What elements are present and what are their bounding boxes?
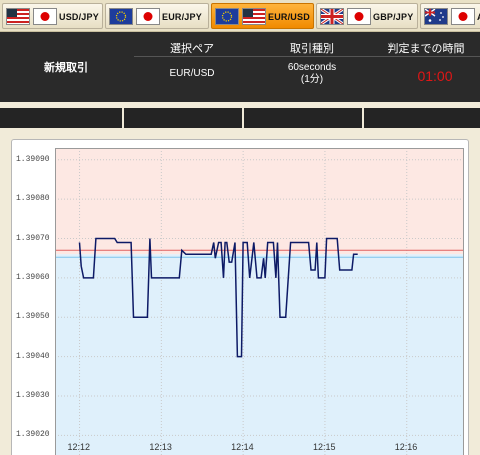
trade-info-panel: 新規取引 選択ペア 取引種別 判定までの時間 EUR/USD 60seconds… (0, 32, 480, 102)
x-tick-label: 12:14 (231, 442, 254, 452)
header-divider (134, 56, 480, 57)
secondary-header-bar (0, 108, 480, 128)
eu-flag-icon (215, 8, 239, 25)
new-trade-label: 新規取引 (44, 62, 88, 74)
tab-eur-jpy[interactable]: EUR/JPY (105, 3, 209, 29)
x-tick-label: 12:13 (149, 442, 172, 452)
time-remaining-header: 判定までの時間 (387, 43, 465, 55)
y-tick-label: 1.39090 (16, 154, 50, 164)
y-tick-label: 1.39020 (16, 430, 50, 440)
tab-eur-usd-label: EUR/USD (268, 12, 310, 22)
currency-pair-tabs: USD/JPY EUR/JPY EUR/USD GBP/JPY (0, 0, 480, 32)
price-chart (55, 148, 464, 455)
jp-flag-icon (347, 8, 371, 25)
jp-flag-icon (33, 8, 57, 25)
y-tick-label: 1.39080 (16, 194, 50, 204)
trade-type-value-line2: (1分) (300, 74, 324, 85)
pair-header: 選択ペア (170, 43, 214, 55)
bar-separator (242, 108, 244, 128)
trade-type-value-line1: 60seconds (287, 62, 337, 73)
low-zone (55, 254, 464, 455)
x-tick-label: 12:12 (67, 442, 91, 452)
us-flag-icon (6, 8, 30, 25)
countdown-timer: 01:00 (417, 68, 453, 84)
jp-flag-icon (136, 8, 160, 25)
tab-eur-usd[interactable]: EUR/USD (211, 3, 314, 29)
y-tick-label: 1.39030 (16, 390, 50, 400)
tab-gbp-jpy-label: GBP/JPY (373, 12, 414, 22)
y-tick-label: 1.39060 (16, 272, 50, 282)
au-flag-icon (424, 8, 448, 25)
tab-usd-jpy-label: USD/JPY (59, 12, 99, 22)
jp-flag-icon (451, 8, 475, 25)
x-tick-label: 12:15 (312, 442, 336, 452)
selected-pair-value: EUR/USD (169, 68, 215, 79)
y-tick-label: 1.39070 (16, 233, 50, 243)
uk-flag-icon (320, 8, 344, 25)
trade-type-header: 取引種別 (290, 43, 334, 55)
tab-aud[interactable]: A (420, 3, 480, 29)
us-flag-icon (242, 8, 266, 25)
y-tick-label: 1.39050 (16, 312, 50, 322)
x-tick-label: 12:16 (394, 442, 418, 452)
tab-usd-jpy[interactable]: USD/JPY (2, 3, 103, 29)
bar-separator (362, 108, 364, 128)
tab-gbp-jpy[interactable]: GBP/JPY (316, 3, 418, 29)
eu-flag-icon (109, 8, 133, 25)
bar-separator (122, 108, 124, 128)
tab-eur-jpy-label: EUR/JPY (162, 12, 202, 22)
trade-type-value: 60seconds (1分) (254, 62, 370, 86)
y-tick-label: 1.39040 (16, 351, 50, 361)
